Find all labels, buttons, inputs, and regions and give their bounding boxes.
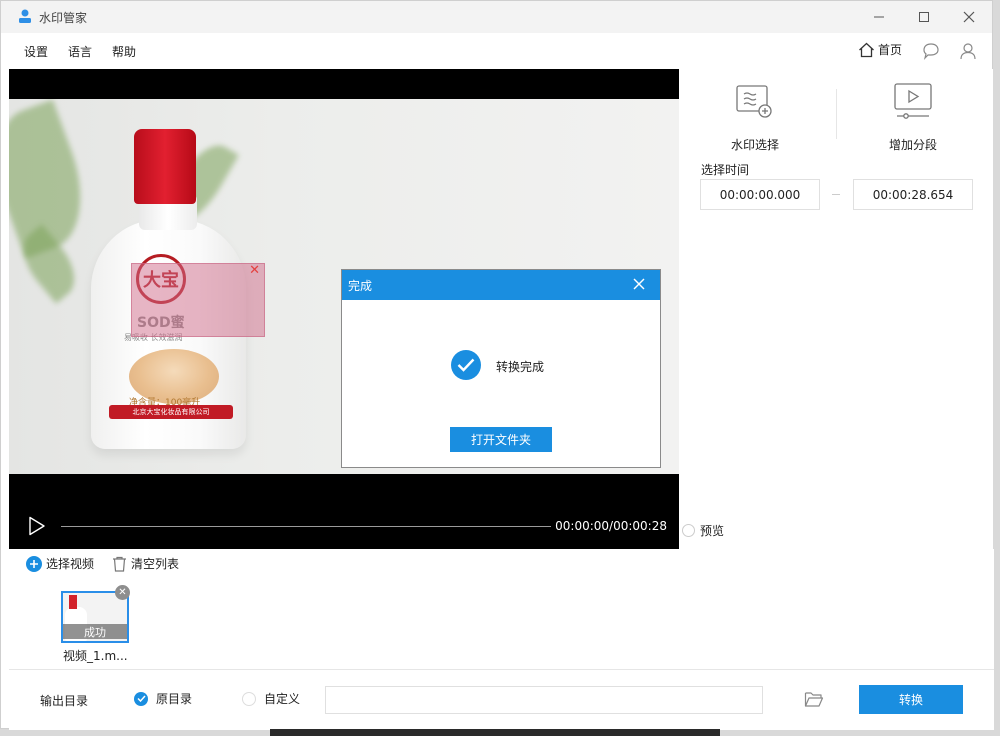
add-segment-button[interactable]: 增加分段 (853, 81, 973, 153)
preview-label: 预览 (700, 524, 725, 538)
watermark-add-icon (736, 85, 772, 118)
custom-dir-label: 自定义 (264, 692, 301, 706)
window-title: 水印管家 (39, 11, 88, 25)
player-controls: 00:00:00/00:00:28 (9, 505, 679, 549)
minimize-button[interactable] (856, 1, 902, 33)
output-dir-label: 输出目录 (40, 694, 89, 708)
menu-help[interactable]: 帮助 (112, 43, 136, 60)
menu-language[interactable]: 语言 (68, 43, 92, 60)
background-window (270, 729, 720, 736)
watermark-select-button[interactable]: 水印选择 (695, 81, 815, 153)
preview-radio[interactable] (682, 524, 695, 537)
clear-list-button[interactable]: 清空列表 (112, 555, 179, 572)
select-time-label: 选择时间 (701, 163, 750, 177)
end-time-input[interactable]: 00:00:28.654 (853, 179, 973, 210)
trash-icon (113, 556, 126, 572)
home-button[interactable]: 首页 (858, 41, 902, 58)
add-segment-label: 增加分段 (888, 138, 937, 152)
watermark-select-label: 水印选择 (730, 138, 779, 152)
preview-option[interactable]: 预览 (682, 522, 724, 539)
minimize-icon (874, 16, 884, 18)
app-window: 水印管家 设置 语言 帮助 首页 大宝 SOD蜜 (0, 0, 994, 730)
play-icon[interactable] (27, 516, 47, 536)
original-dir-option[interactable]: 原目录 (134, 690, 192, 707)
app-logo-icon (19, 9, 31, 23)
dialog-header: 完成 (342, 270, 660, 300)
open-folder-button[interactable]: 打开文件夹 (450, 427, 552, 452)
status-badge: 成功 (63, 624, 127, 639)
video-list: 选择视频 清空列表 成功 ✕ 视频_1.m... (9, 549, 994, 669)
maximize-icon (919, 12, 929, 22)
maker-band: 北京大宝化妆品有限公司 (109, 405, 233, 419)
home-label: 首页 (877, 43, 902, 57)
close-button[interactable] (946, 1, 992, 33)
watermark-selection-box[interactable]: ✕ (131, 263, 265, 337)
success-check-icon (451, 350, 481, 380)
progress-bar[interactable] (61, 526, 551, 527)
close-icon (963, 11, 975, 23)
dialog-close-icon[interactable] (632, 277, 646, 291)
divider (836, 89, 837, 139)
menu-bar: 设置 语言 帮助 首页 (1, 33, 992, 69)
custom-radio[interactable] (242, 691, 256, 706)
bottle-cap (134, 129, 196, 204)
custom-dir-option[interactable]: 自定义 (242, 690, 300, 707)
add-circle-icon (26, 555, 42, 572)
chat-icon[interactable] (921, 41, 941, 61)
folder-icon[interactable] (804, 690, 824, 708)
remove-watermark-icon[interactable]: ✕ (249, 264, 260, 278)
user-icon[interactable] (958, 41, 978, 61)
start-time-input[interactable]: 00:00:00.000 (700, 179, 820, 210)
video-segment-icon (894, 83, 932, 119)
title-bar: 水印管家 (1, 1, 992, 33)
dialog-title: 完成 (348, 278, 373, 293)
dialog-message: 转换完成 (496, 360, 545, 374)
home-icon (859, 42, 874, 57)
convert-button[interactable]: 转换 (859, 685, 963, 714)
menu-settings[interactable]: 设置 (24, 43, 48, 60)
select-video-button[interactable]: 选择视频 (26, 555, 94, 572)
clear-list-label: 清空列表 (131, 557, 180, 571)
original-dir-label: 原目录 (156, 692, 193, 706)
timecode: 00:00:00/00:00:28 (555, 519, 667, 533)
output-path-input[interactable] (325, 686, 763, 714)
conversion-complete-dialog: 完成 转换完成 打开文件夹 (341, 269, 661, 468)
output-bar: 输出目录 原目录 自定义 转换 (9, 669, 994, 730)
checked-radio-icon[interactable] (134, 691, 148, 706)
maximize-button[interactable] (901, 1, 947, 33)
select-video-label: 选择视频 (46, 557, 95, 571)
right-panel: 水印选择 增加分段 选择时间 00:00:00.000 00:00:28.654… (680, 69, 993, 549)
video-filename: 视频_1.m... (63, 649, 128, 663)
time-separator (832, 194, 840, 195)
remove-video-icon[interactable]: ✕ (115, 585, 130, 600)
